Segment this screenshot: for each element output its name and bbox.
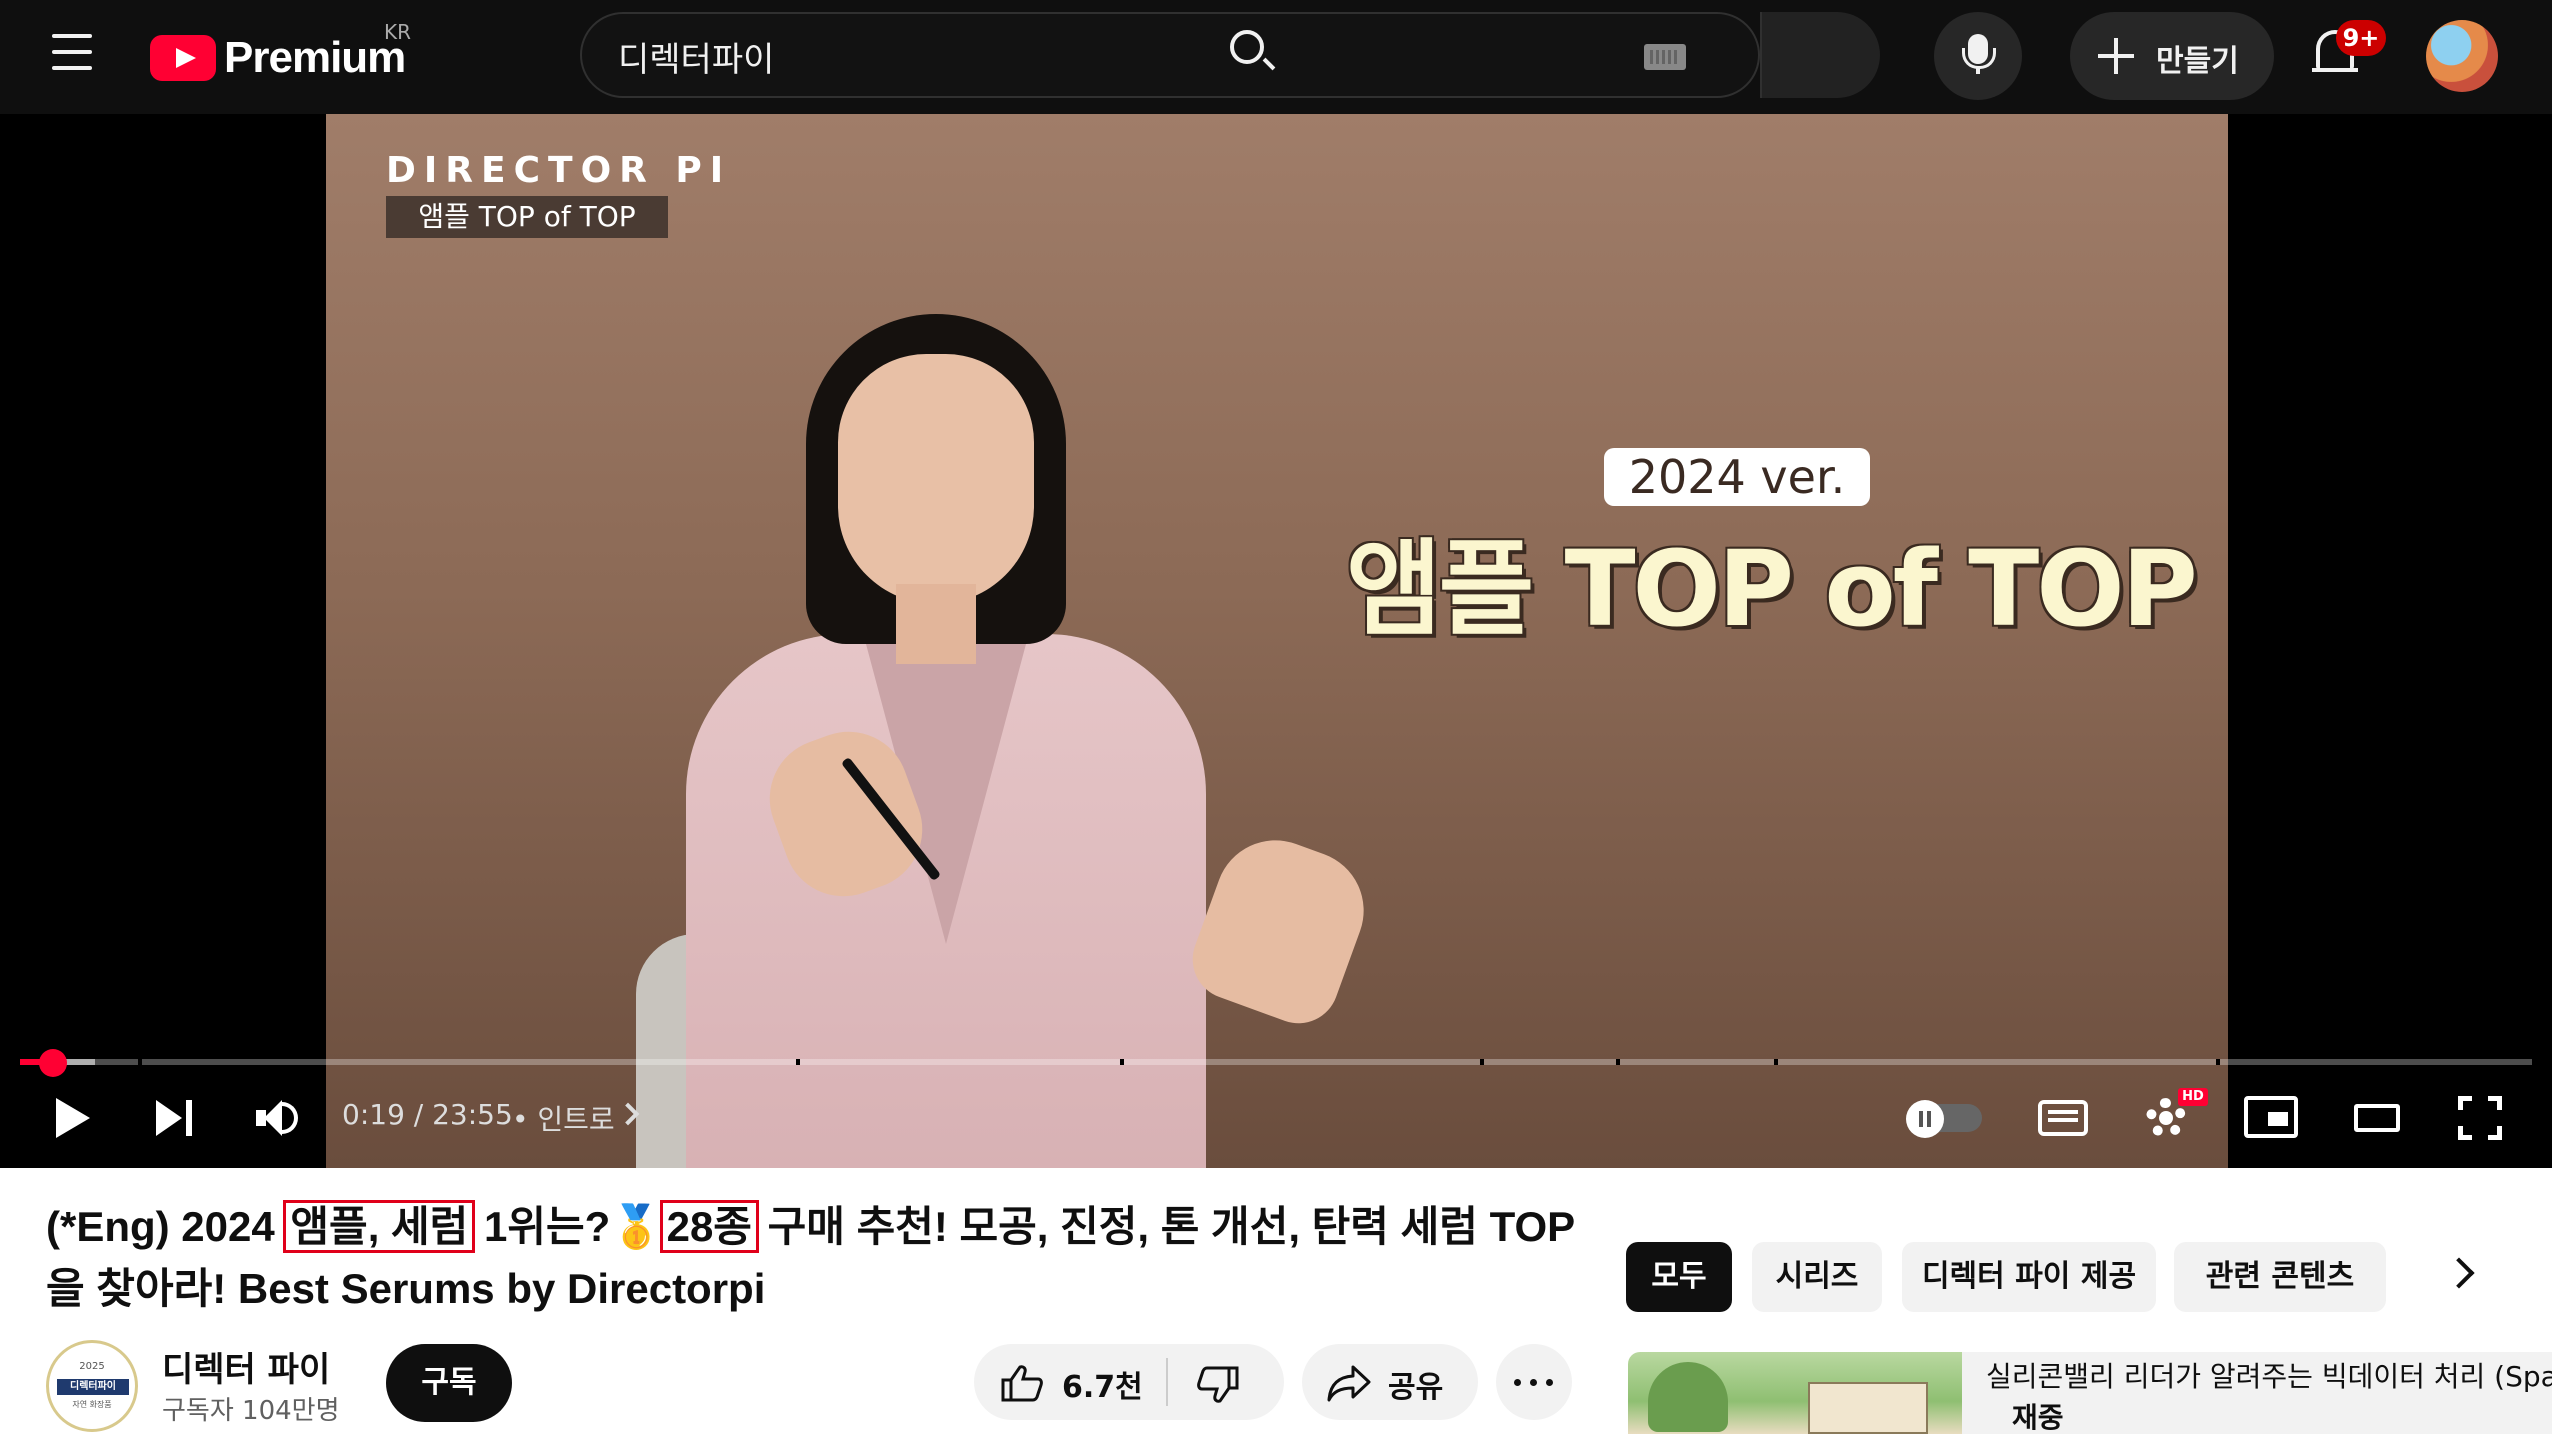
chapter-gap xyxy=(796,1059,800,1065)
next-icon[interactable] xyxy=(156,1100,182,1136)
search-box xyxy=(580,12,1880,98)
more-actions-button[interactable] xyxy=(1496,1344,1572,1420)
title-highlight-ampoule-serum: 앰플, 세럼 xyxy=(283,1200,476,1253)
hd-badge: HD xyxy=(2178,1088,2208,1106)
title-highlight-28-types: 28종 xyxy=(659,1200,759,1253)
search-icon[interactable] xyxy=(1230,30,1264,64)
youtube-premium-logo[interactable]: Premium xyxy=(150,28,406,88)
channel-avatar[interactable]: 2025 디렉터파이 자연 화장품 xyxy=(46,1340,138,1432)
plus-icon[interactable] xyxy=(2098,38,2134,74)
face-shape xyxy=(838,354,1034,604)
chapter-gap xyxy=(1616,1059,1620,1065)
search-button[interactable] xyxy=(1760,12,1880,98)
like-divider xyxy=(1166,1358,1168,1406)
thumb-up-icon[interactable] xyxy=(1000,1364,1044,1402)
video-frame[interactable]: DIRECTOR PI 앰플 TOP of TOP 2024 ver. 앰플 T… xyxy=(326,114,2228,1168)
progress-scrubber[interactable] xyxy=(39,1049,68,1077)
chip-from-channel[interactable]: 디렉터 파이 제공 xyxy=(1902,1242,2156,1312)
channel-logo-year: 2025 xyxy=(79,1361,105,1372)
avatar[interactable] xyxy=(2426,20,2498,92)
play-icon[interactable] xyxy=(56,1098,90,1138)
frame-brand-text: DIRECTOR PI xyxy=(386,150,732,191)
chapter-gap xyxy=(1774,1059,1778,1065)
chip-all[interactable]: 모두 xyxy=(1626,1242,1732,1312)
fullscreen-icon[interactable] xyxy=(2458,1096,2502,1140)
channel-logo-sub: 자연 화장품 xyxy=(72,1400,112,1409)
subscribe-button[interactable]: 구독 xyxy=(386,1344,512,1422)
title-part-2: 1위는? xyxy=(472,1203,611,1250)
mic-icon[interactable] xyxy=(1962,34,1996,74)
recommendation-subtitle: 재중 xyxy=(2012,1401,2064,1434)
share-icon[interactable] xyxy=(1326,1364,1372,1402)
video-player[interactable]: DIRECTOR PI 앰플 TOP of TOP 2024 ver. 앰플 T… xyxy=(0,114,2552,1168)
subtitles-icon[interactable] xyxy=(2038,1100,2088,1136)
frame-headline: 앰플 TOP of TOP xyxy=(1346,528,2198,650)
title-part-3: 구매 추천! 모공, 진정, 톤 개선, 탄력 세럼 TOP xyxy=(755,1203,1576,1250)
version-pill: 2024 ver. xyxy=(1604,448,1870,506)
autoplay-pause-icon[interactable] xyxy=(1906,1100,1944,1138)
channel-name[interactable]: 디렉터 파이 xyxy=(162,1342,330,1391)
miniplayer-icon[interactable] xyxy=(2244,1096,2298,1138)
right-hand-shape xyxy=(1181,823,1381,1035)
progress-bar[interactable] xyxy=(20,1059,2532,1065)
next-bar-icon[interactable] xyxy=(186,1100,192,1136)
chapter-gap xyxy=(1120,1059,1124,1065)
thumbnail-tree-shape xyxy=(1648,1362,1728,1432)
channel-logo-band: 디렉터파이 xyxy=(57,1379,129,1395)
recommendation-thumbnail[interactable] xyxy=(1628,1352,1998,1434)
chapter-label[interactable]: • 인트로 xyxy=(512,1098,615,1138)
logo-text: Premium xyxy=(224,33,406,82)
chapter-gap xyxy=(2216,1059,2220,1065)
title-line-2: 을 찾아라! Best Serums by Directorpi xyxy=(46,1265,766,1312)
chapter-gap xyxy=(138,1059,142,1065)
subscriber-count: 구독자 104만명 xyxy=(162,1396,340,1426)
top-bar: Premium KR 만들기 9+ xyxy=(0,0,2552,114)
notification-badge: 9+ xyxy=(2336,20,2386,56)
theater-mode-icon[interactable] xyxy=(2354,1104,2400,1132)
gold-medal-icon: 🥇 xyxy=(610,1203,663,1250)
thumb-down-icon[interactable] xyxy=(1196,1366,1240,1404)
presenter-figure xyxy=(606,314,1506,1168)
chip-related[interactable]: 관련 콘텐츠 xyxy=(2174,1242,2386,1312)
frame-tag-text: 앰플 TOP of TOP xyxy=(386,196,668,238)
youtube-play-logo-icon xyxy=(150,35,216,81)
menu-icon[interactable] xyxy=(46,34,98,78)
chapter-gap xyxy=(1480,1059,1484,1065)
create-label[interactable]: 만들기 xyxy=(2156,36,2239,80)
like-count[interactable]: 6.7천 xyxy=(1062,1362,1143,1406)
video-title: (*Eng) 2024 앰플, 세럼 1위는?🥇28종 구매 추천! 모공, 진… xyxy=(46,1196,1606,1320)
neck-shape xyxy=(896,584,976,664)
keyboard-icon[interactable] xyxy=(1644,44,1686,70)
time-display: 0:19 / 23:55 xyxy=(342,1098,513,1131)
chip-series[interactable]: 시리즈 xyxy=(1752,1242,1882,1312)
search-input[interactable] xyxy=(618,32,1578,80)
country-code: KR xyxy=(384,20,412,44)
title-part-1: (*Eng) 2024 xyxy=(46,1203,287,1250)
thumbnail-house-shape xyxy=(1808,1382,1928,1434)
share-label[interactable]: 공유 xyxy=(1388,1362,1443,1406)
